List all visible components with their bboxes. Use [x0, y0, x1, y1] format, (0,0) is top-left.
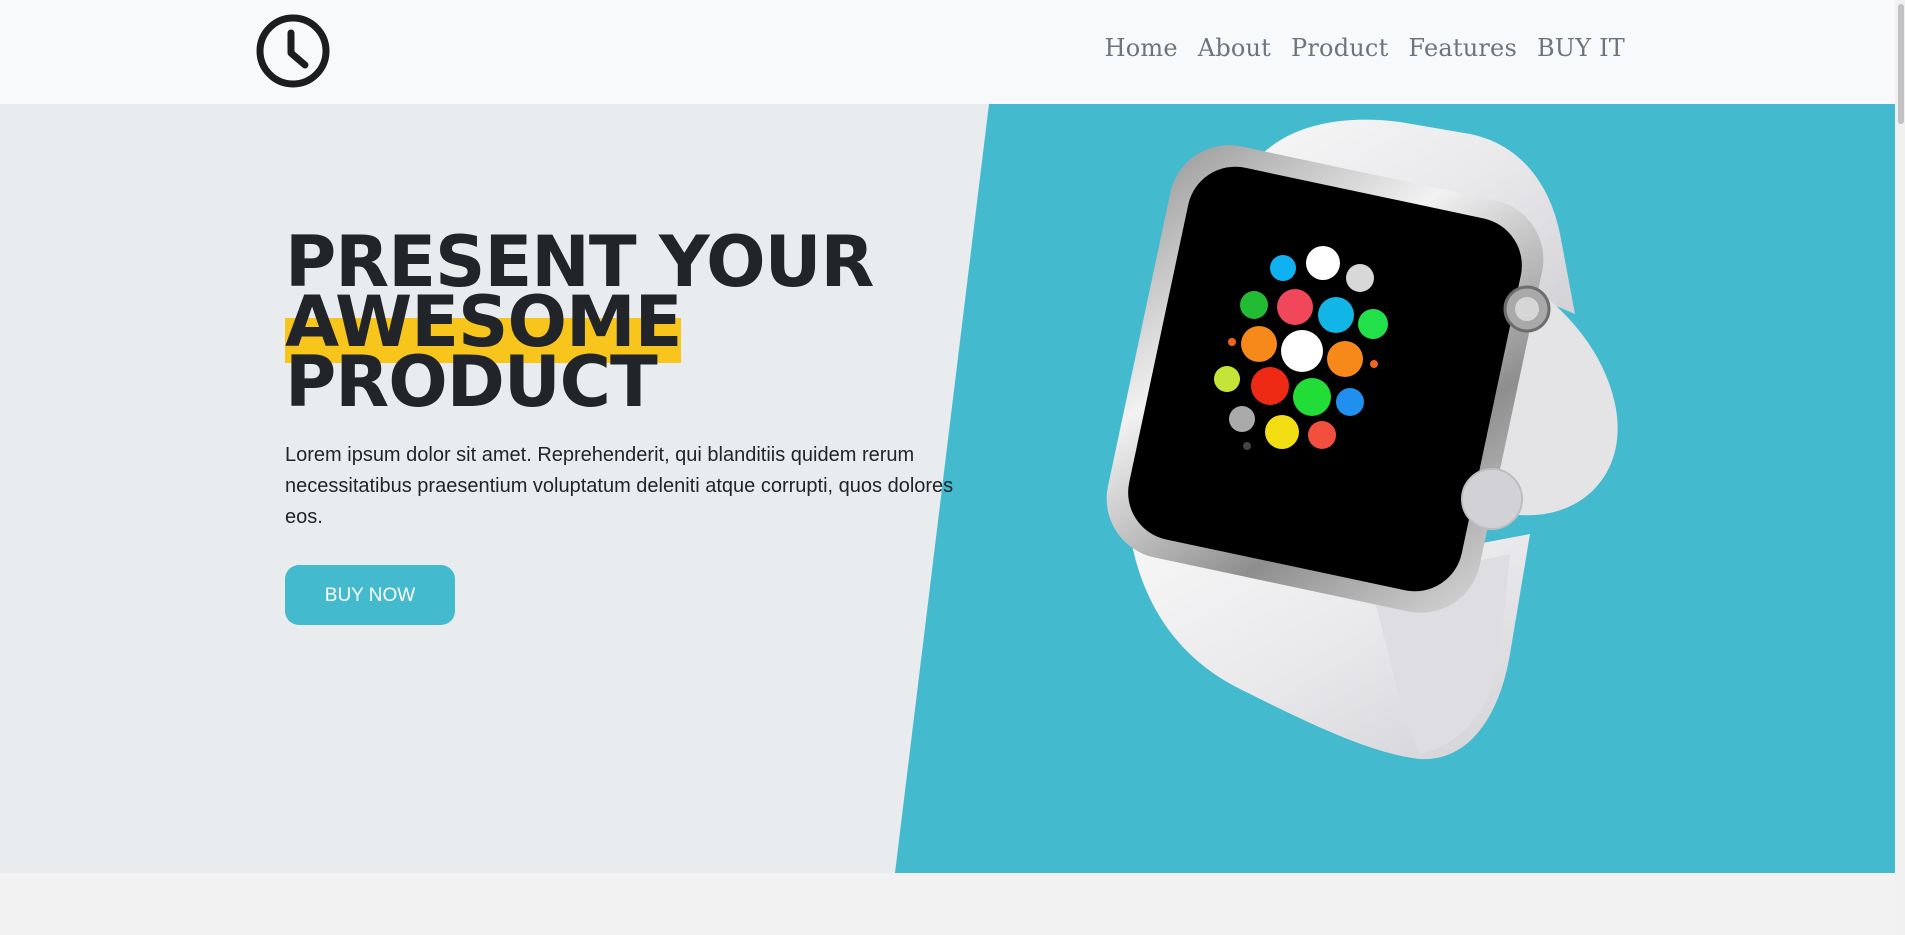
nav-features[interactable]: Features	[1408, 34, 1517, 62]
main-nav: Home About Product Features BUY IT	[1105, 34, 1625, 62]
smartwatch-image	[1106, 119, 1618, 760]
hero-content: PRESENT YOUR AWESOME PRODUCT Lorem ipsum…	[285, 227, 965, 625]
clock-icon[interactable]	[255, 13, 331, 89]
hero-title-line3: PRODUCT	[285, 341, 658, 423]
buy-now-button[interactable]: BUY NOW	[285, 565, 455, 625]
nav-about[interactable]: About	[1198, 34, 1271, 62]
hero-description: Lorem ipsum dolor sit amet. Reprehenderi…	[285, 444, 954, 528]
scrollbar-thumb[interactable]	[1898, 4, 1904, 124]
nav-home[interactable]: Home	[1105, 34, 1178, 62]
hero-title: PRESENT YOUR AWESOME PRODUCT	[285, 227, 965, 417]
scrollbar[interactable]	[1895, 0, 1905, 935]
nav-product[interactable]: Product	[1291, 34, 1388, 62]
hero-section: PRESENT YOUR AWESOME PRODUCT Lorem ipsum…	[0, 104, 1895, 873]
nav-buy-it[interactable]: BUY IT	[1537, 34, 1625, 62]
header: Home About Product Features BUY IT	[0, 0, 1895, 104]
